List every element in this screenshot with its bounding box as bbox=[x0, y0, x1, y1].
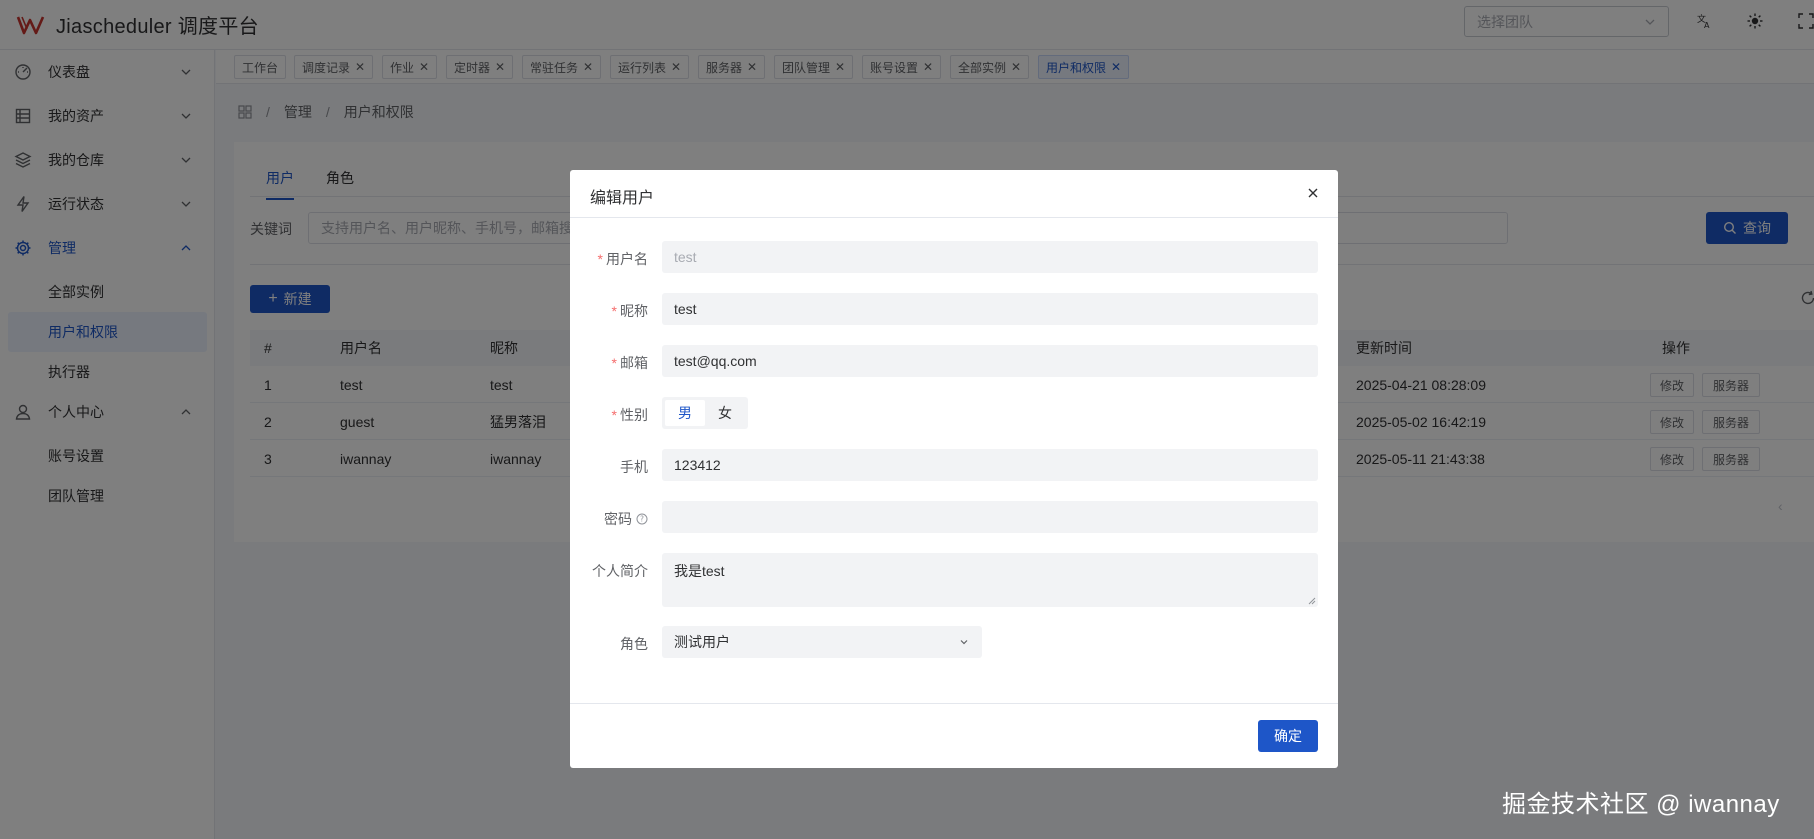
confirm-button[interactable]: 确定 bbox=[1258, 720, 1318, 752]
role-label: 角色 bbox=[620, 636, 648, 652]
phone-field[interactable]: 123412 bbox=[662, 449, 1318, 481]
help-icon[interactable]: ? bbox=[636, 513, 648, 525]
close-icon[interactable] bbox=[1306, 186, 1320, 200]
role-select[interactable]: 测试用户 bbox=[662, 626, 982, 658]
password-label: 密码 ? bbox=[604, 509, 648, 529]
nickname-field[interactable]: test bbox=[662, 293, 1318, 325]
edit-user-dialog: 编辑用户 * 用户名 test * 昵称 test * 邮箱 test@qq.com … bbox=[570, 170, 1338, 768]
email-field[interactable]: test@qq.com bbox=[662, 345, 1318, 377]
gender-radio-group: 男 女 bbox=[662, 397, 748, 429]
bio-text: 我是test bbox=[674, 563, 725, 579]
password-field[interactable] bbox=[662, 501, 1318, 533]
username-label: * 用户名 bbox=[597, 251, 648, 267]
dialog-title: 编辑用户 bbox=[590, 190, 655, 207]
bio-textarea[interactable]: 我是test bbox=[662, 553, 1318, 607]
dialog-footer-divider bbox=[570, 703, 1338, 704]
svg-text:?: ? bbox=[640, 515, 644, 524]
watermark: 掘金技术社区 @ iwannay bbox=[1502, 791, 1780, 818]
dialog-divider bbox=[570, 217, 1338, 218]
resize-handle-icon[interactable] bbox=[1308, 597, 1316, 605]
chevron-down-icon bbox=[960, 640, 968, 645]
phone-label: 手机 bbox=[620, 459, 648, 475]
gender-option-male[interactable]: 男 bbox=[665, 400, 705, 426]
gender-option-female[interactable]: 女 bbox=[705, 400, 745, 426]
nickname-label: * 昵称 bbox=[611, 303, 648, 319]
username-field: test bbox=[662, 241, 1318, 273]
gender-label: * 性别 bbox=[611, 407, 648, 423]
bio-label: 个人简介 bbox=[592, 563, 648, 579]
role-value: 测试用户 bbox=[674, 634, 730, 650]
email-label: * 邮箱 bbox=[611, 355, 648, 371]
